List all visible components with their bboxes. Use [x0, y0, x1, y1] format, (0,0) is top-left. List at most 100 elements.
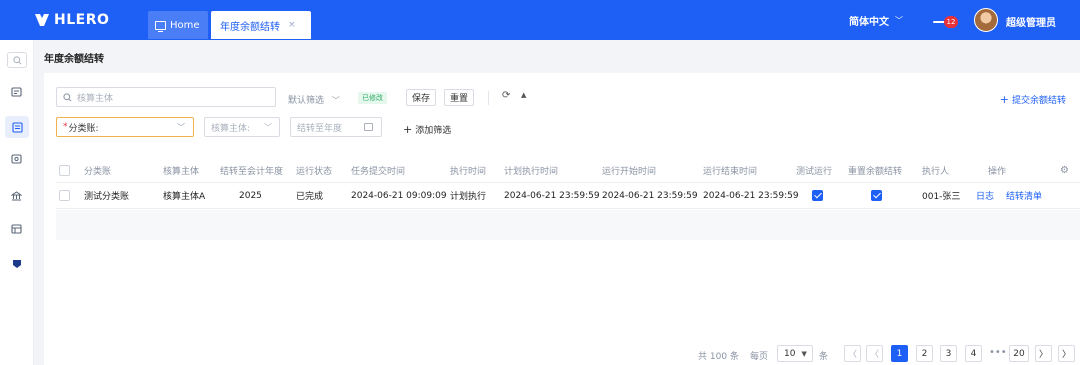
page-button[interactable]: 2	[916, 345, 933, 362]
brand-logo[interactable]: HLERO	[34, 11, 109, 29]
notification-badge: 12	[944, 16, 958, 28]
column-header[interactable]: 运行结束时间	[703, 159, 757, 182]
select-all-checkbox[interactable]	[59, 159, 70, 182]
column-header[interactable]: 结转至会计年度	[220, 159, 283, 182]
row-checkbox[interactable]	[59, 183, 70, 208]
page-button[interactable]: 1	[891, 345, 908, 362]
search-placeholder: 核算主体	[77, 93, 114, 104]
column-header[interactable]: 核算主体	[163, 159, 199, 182]
last-page-button[interactable]: 〉	[1058, 345, 1075, 362]
page-button[interactable]: 4	[965, 345, 982, 362]
page-button[interactable]: 3	[940, 345, 957, 362]
sidebar-item-finance[interactable]	[10, 153, 23, 165]
main-content: 年度余额结转 核算主体 默认筛选 ﹀ 已修改 保存 重置 ⟳ ▲ + 提交余额结转…	[34, 40, 1080, 365]
chevron-down-icon: ﹀	[331, 96, 340, 105]
cell-end-time: 2024-06-21 23:59:59	[703, 190, 799, 201]
entity-select[interactable]: 核算主体: ﹀	[204, 117, 280, 137]
changed-tag: 已修改	[358, 92, 387, 104]
sidebar-item-document[interactable]	[5, 116, 29, 138]
pagination-ellipsis[interactable]: •••	[989, 347, 1007, 358]
submit-carryforward-button[interactable]: + 提交余额结转	[1000, 93, 1066, 106]
carryforward-year-picker[interactable]: 结转至年度	[290, 117, 382, 137]
column-header[interactable]: 分类账	[84, 159, 111, 182]
page-size-label: 每页	[750, 352, 769, 362]
prev-page-button[interactable]: 〈	[866, 345, 883, 362]
refresh-icon[interactable]: ⟳	[502, 90, 510, 101]
collapse-icon[interactable]: ▲	[521, 91, 526, 99]
tab-home-label: Home	[170, 19, 200, 31]
page-size-value: 10	[784, 348, 796, 359]
document-icon	[11, 121, 23, 133]
test-run-checkbox[interactable]	[812, 183, 823, 208]
entity-select-label: 核算主体:	[211, 123, 251, 134]
column-header[interactable]: 任务提交时间	[351, 159, 405, 182]
add-filter-button[interactable]: + 添加筛选	[403, 123, 451, 136]
required-mark: *	[63, 122, 68, 132]
default-filter-dropdown[interactable]: 默认筛选 ﹀	[288, 93, 340, 106]
cell-year: 2025	[239, 190, 262, 201]
column-header[interactable]: 执行时间	[450, 159, 486, 182]
next-page-button[interactable]: 〉	[1035, 345, 1052, 362]
shield-icon	[12, 260, 21, 268]
calendar-icon	[364, 123, 373, 131]
content-panel: 核算主体 默认筛选 ﹀ 已修改 保存 重置 ⟳ ▲ + 提交余额结转 * 分类账:…	[44, 73, 1080, 365]
cell-executor: 001-张三	[922, 192, 961, 202]
language-label: 简体中文	[849, 17, 889, 28]
submit-label: 提交余额结转	[1011, 96, 1066, 106]
log-link[interactable]: 日志	[976, 183, 994, 208]
plus-icon: +	[403, 123, 413, 136]
bank-icon	[11, 191, 22, 201]
tab-annual-balance-carryforward[interactable]: 年度余额结转 ×	[211, 11, 311, 39]
chevron-down-icon: ﹀	[895, 16, 903, 25]
plus-icon: +	[999, 93, 1009, 106]
column-header[interactable]: 运行开始时间	[602, 159, 656, 182]
ledger-select[interactable]: * 分类账: ﹀	[56, 117, 194, 137]
brand-name: HLERO	[54, 12, 110, 28]
table-header: 分类账 核算主体 结转至会计年度 运行状态 任务提交时间 执行时间 计划执行时间…	[56, 159, 1080, 183]
avatar[interactable]	[974, 8, 998, 32]
search-icon	[12, 55, 21, 64]
year-placeholder: 结转至年度	[297, 123, 343, 134]
reset-balance-checkbox[interactable]	[871, 183, 882, 208]
language-selector[interactable]: 简体中文 ﹀	[849, 13, 903, 28]
table-row[interactable]: 测试分类账 核算主体A 2025 已完成 2024-06-21 09:09:09…	[56, 183, 1080, 209]
tab-active-label: 年度余额结转	[220, 21, 280, 33]
sidebar-item-security[interactable]	[10, 258, 23, 270]
pagination-total: 共 100 条	[698, 352, 739, 362]
column-header[interactable]: 运行状态	[296, 159, 332, 182]
sidebar-item-bank[interactable]	[10, 190, 23, 202]
close-icon[interactable]: ×	[288, 20, 296, 30]
cell-plan-time: 2024-06-21 23:59:59	[504, 190, 600, 201]
ledger-icon	[11, 224, 22, 234]
ledger-select-label: 分类账:	[68, 123, 99, 134]
page-size-select[interactable]: 10 ▼	[777, 345, 813, 362]
monitor-icon	[155, 20, 166, 32]
page-size-unit: 条	[819, 352, 829, 362]
pagination: 共 100 条 每页 10 ▼ 条 〈 〈 1 2 3 4 ••• 20 〉 〉	[34, 344, 1080, 364]
notification-button[interactable]: 12	[933, 14, 961, 28]
save-button[interactable]: 保存	[406, 89, 436, 106]
sidebar-search-button[interactable]	[7, 52, 27, 68]
column-header[interactable]: 执行人	[922, 159, 949, 182]
top-navigation-bar: HLERO Home 年度余额结转 × 简体中文 ﹀ 12 超级管理员	[0, 0, 1080, 40]
add-filter-label: 添加筛选	[415, 126, 452, 136]
page-button[interactable]: 20	[1009, 345, 1029, 362]
chevron-down-icon: ﹀	[177, 122, 185, 132]
sidebar-item-ledger[interactable]	[10, 223, 23, 235]
sidebar-item-report[interactable]	[10, 86, 23, 98]
reset-button[interactable]: 重置	[444, 89, 474, 106]
column-header[interactable]: 重置余额结转	[848, 159, 902, 182]
column-header[interactable]: 计划执行时间	[504, 159, 558, 182]
empty-row	[56, 210, 1080, 240]
first-page-button[interactable]: 〈	[844, 345, 861, 362]
cell-start-time: 2024-06-21 23:59:59	[602, 190, 698, 201]
chevron-down-icon: ﹀	[264, 122, 272, 132]
column-header[interactable]: 操作	[988, 159, 1006, 182]
carryforward-list-link[interactable]: 结转清单	[1006, 183, 1042, 208]
tab-home[interactable]: Home	[148, 11, 208, 39]
search-input[interactable]: 核算主体	[56, 87, 276, 107]
cell-entity: 核算主体A	[163, 192, 206, 202]
user-name[interactable]: 超级管理员	[1006, 14, 1056, 29]
column-header[interactable]: 测试运行	[796, 159, 832, 182]
gear-icon[interactable]: ⚙	[1060, 159, 1069, 182]
